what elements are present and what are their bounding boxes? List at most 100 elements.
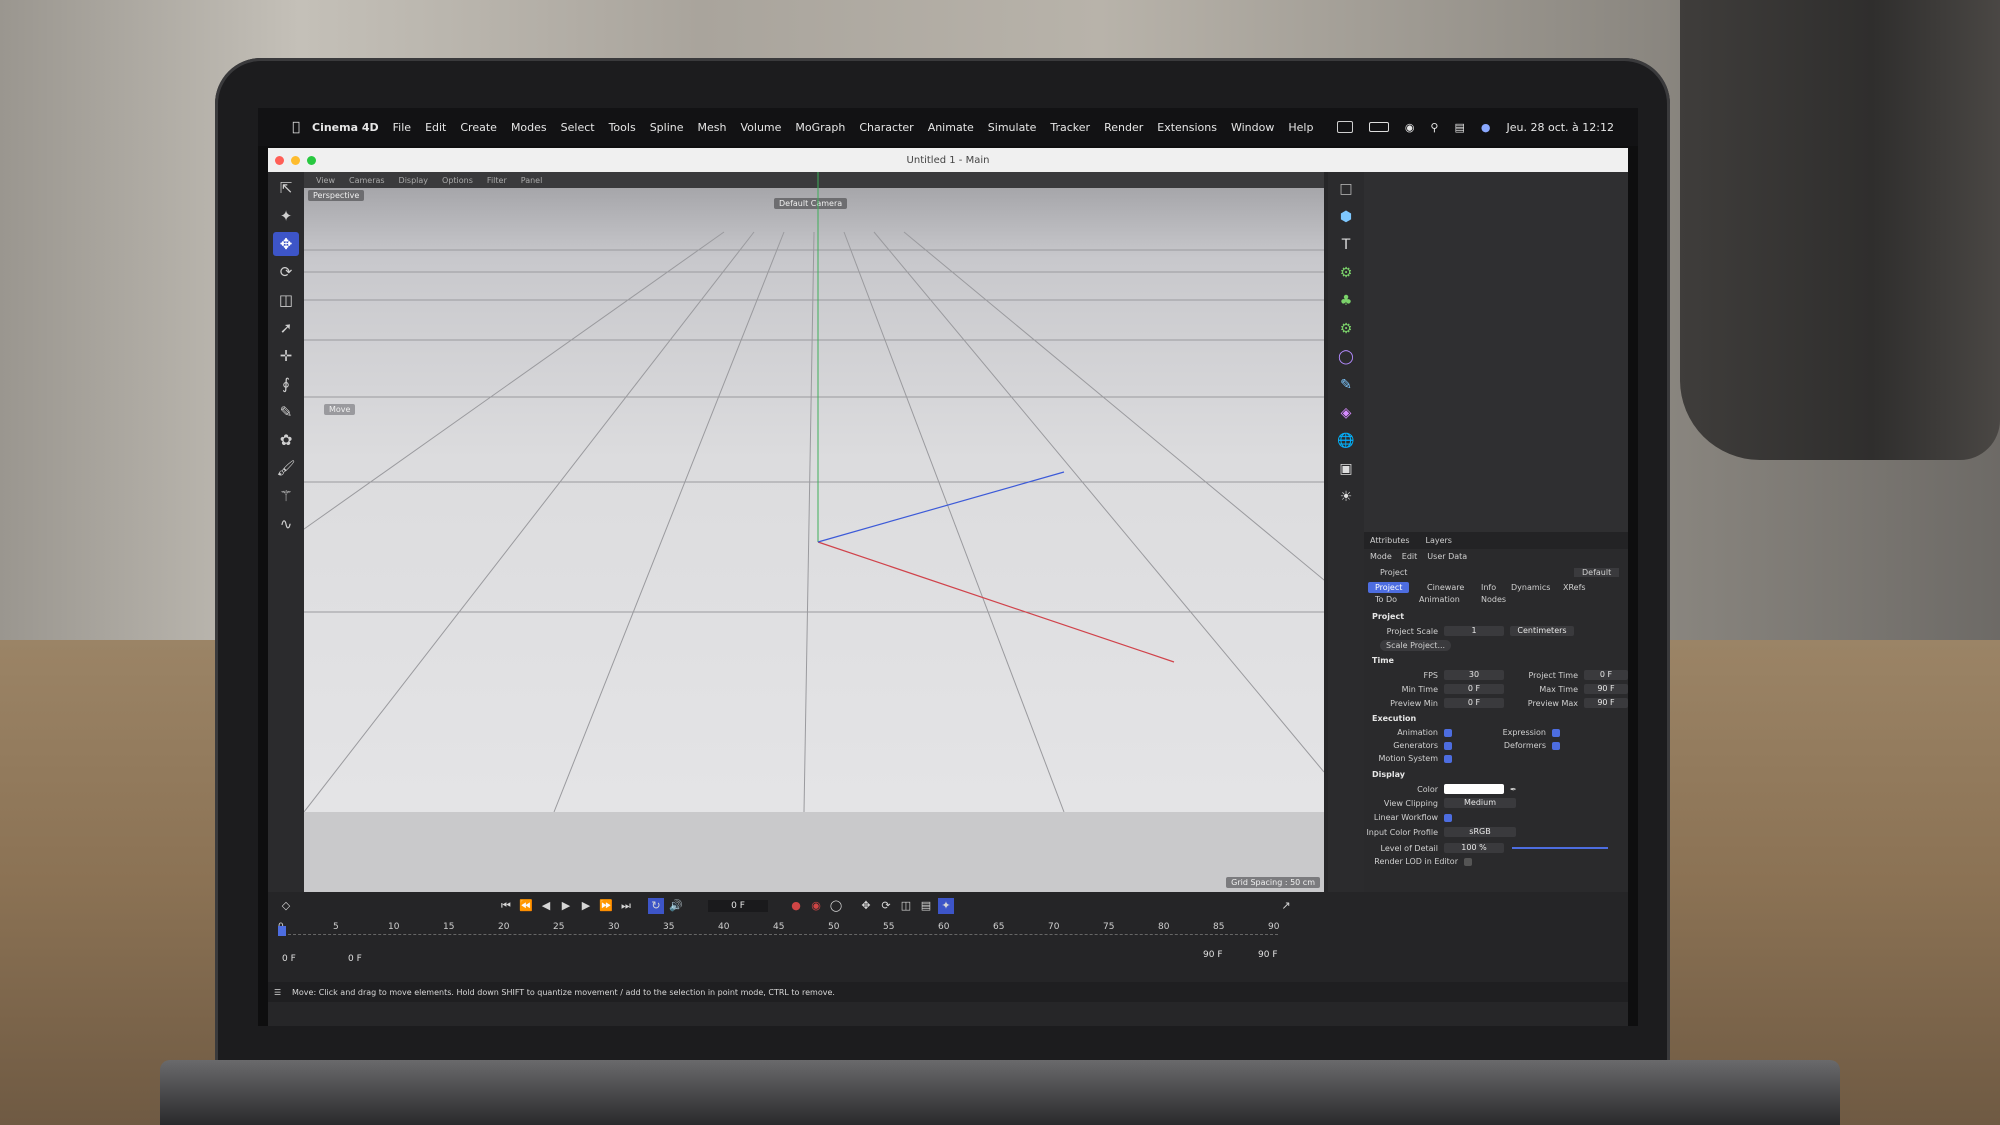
- menu-mesh[interactable]: Mesh: [698, 121, 727, 134]
- knife-tool-icon[interactable]: ⚚: [273, 484, 299, 508]
- menu-tracker[interactable]: Tracker: [1050, 121, 1090, 134]
- animation-checkbox[interactable]: [1444, 728, 1452, 737]
- max-time-field[interactable]: 90 F: [1584, 684, 1628, 694]
- key-mode-icon[interactable]: ◯: [828, 898, 844, 914]
- menu-mograph[interactable]: MoGraph: [795, 121, 845, 134]
- prev-key-icon[interactable]: ⏪: [518, 898, 534, 914]
- preset-dropdown[interactable]: Default: [1574, 568, 1620, 577]
- field-icon[interactable]: ◯: [1335, 346, 1357, 368]
- apple-icon[interactable]: : [280, 120, 312, 135]
- siri-icon[interactable]: ●: [1481, 121, 1491, 134]
- brush-tool-icon[interactable]: 🖌: [273, 456, 299, 480]
- subtab-animation[interactable]: Animation: [1412, 594, 1467, 605]
- menu-file[interactable]: File: [393, 121, 411, 134]
- deformers-checkbox[interactable]: [1552, 741, 1560, 750]
- section-time[interactable]: Time: [1372, 656, 1394, 665]
- subtab-cineware[interactable]: Cineware: [1420, 582, 1471, 593]
- project-scale-field[interactable]: 1: [1444, 626, 1504, 636]
- menu-modes[interactable]: Modes: [511, 121, 547, 134]
- subtab-xrefs[interactable]: XRefs: [1556, 582, 1593, 593]
- menu-character[interactable]: Character: [859, 121, 913, 134]
- menu-edit[interactable]: Edit: [425, 121, 446, 134]
- menu-volume[interactable]: Volume: [740, 121, 781, 134]
- project-scale-unit-dropdown[interactable]: Centimeters: [1510, 626, 1574, 636]
- go-to-end-icon[interactable]: ⏭: [618, 898, 634, 914]
- tab-attributes[interactable]: Attributes: [1370, 536, 1410, 545]
- menu-window[interactable]: Window: [1231, 121, 1274, 134]
- 3d-viewport[interactable]: View Cameras Display Options Filter Pane…: [304, 172, 1324, 892]
- text-icon[interactable]: T: [1335, 234, 1357, 256]
- preview-max-field[interactable]: 90 F: [1584, 698, 1628, 708]
- menubar-clock[interactable]: Jeu. 28 oct. à 12:12: [1507, 121, 1615, 134]
- screen-mirror-icon[interactable]: [1336, 121, 1353, 133]
- end-frame-field-2[interactable]: 90 F: [1258, 950, 1298, 960]
- autokey-icon[interactable]: ◉: [808, 898, 824, 914]
- object-manager[interactable]: [1364, 172, 1628, 532]
- environment-icon[interactable]: 🌐: [1335, 430, 1357, 452]
- generator-icon[interactable]: ⚙: [1335, 262, 1357, 284]
- preview-min-field[interactable]: 0 F: [1444, 698, 1504, 708]
- sculpt-tool-icon[interactable]: ∿: [273, 512, 299, 536]
- section-display[interactable]: Display: [1372, 770, 1405, 779]
- menu-simulate[interactable]: Simulate: [988, 121, 1037, 134]
- expression-checkbox[interactable]: [1552, 728, 1560, 737]
- fps-field[interactable]: 30: [1444, 670, 1504, 680]
- level-of-detail-slider[interactable]: [1512, 847, 1608, 849]
- scale-project-button[interactable]: Scale Project...: [1380, 640, 1452, 651]
- battery-icon[interactable]: [1368, 122, 1389, 132]
- go-to-start-icon[interactable]: ⏮: [498, 898, 514, 914]
- tab-layers[interactable]: Layers: [1426, 536, 1452, 545]
- pen-tool-icon[interactable]: ✎: [273, 400, 299, 424]
- view-clipping-dropdown[interactable]: Medium: [1444, 798, 1516, 808]
- subtab-nodes[interactable]: Nodes: [1474, 594, 1513, 605]
- key-position-icon[interactable]: ✥: [858, 898, 874, 914]
- start-frame-field-2[interactable]: 0 F: [348, 954, 388, 964]
- subtab-project[interactable]: Project: [1368, 582, 1410, 593]
- menu-extensions[interactable]: Extensions: [1157, 121, 1217, 134]
- key-param-icon[interactable]: ▤: [918, 898, 934, 914]
- linear-workflow-checkbox[interactable]: [1444, 813, 1452, 822]
- axis-tool-icon[interactable]: ✛: [273, 344, 299, 368]
- scale-tool-icon[interactable]: ◫: [273, 288, 299, 312]
- playhead[interactable]: [278, 926, 286, 936]
- subtab-todo[interactable]: To Do: [1368, 594, 1404, 605]
- control-center-icon[interactable]: ▤: [1454, 121, 1464, 134]
- menu-attr-edit[interactable]: Edit: [1402, 552, 1418, 561]
- end-frame-field[interactable]: 90 F: [1203, 950, 1243, 960]
- live-selection-icon[interactable]: ✦: [273, 204, 299, 228]
- select-tool-icon[interactable]: ⇱: [273, 176, 299, 200]
- loop-icon[interactable]: ↻: [648, 898, 664, 914]
- wifi-icon[interactable]: ◉: [1405, 121, 1415, 134]
- magnet-tool-icon[interactable]: ∮: [273, 372, 299, 396]
- min-time-field[interactable]: 0 F: [1444, 684, 1504, 694]
- current-frame-field[interactable]: 0 F: [708, 900, 768, 912]
- menu-icon[interactable]: ☰: [274, 988, 281, 997]
- paint-tool-icon[interactable]: ✿: [273, 428, 299, 452]
- spline-icon[interactable]: ✎: [1335, 374, 1357, 396]
- input-color-profile-dropdown[interactable]: sRGB: [1444, 827, 1516, 837]
- start-frame-field[interactable]: 0 F: [282, 954, 322, 964]
- eyedropper-icon[interactable]: ✒: [1510, 785, 1517, 794]
- mograph-icon[interactable]: ♣: [1335, 290, 1357, 312]
- menu-tools[interactable]: Tools: [609, 121, 636, 134]
- keyframe-icon[interactable]: ◇: [278, 898, 294, 914]
- render-lod-checkbox[interactable]: [1464, 857, 1472, 866]
- menu-render[interactable]: Render: [1104, 121, 1143, 134]
- search-icon[interactable]: ⚲: [1430, 121, 1438, 134]
- key-rotation-icon[interactable]: ⟳: [878, 898, 894, 914]
- transform-tool-icon[interactable]: ➚: [273, 316, 299, 340]
- project-time-field[interactable]: 0 F: [1584, 670, 1628, 680]
- menu-help[interactable]: Help: [1288, 121, 1313, 134]
- timeline-ruler[interactable]: 0 5 10 15 20 25 30 35 40 45 50 55 60 65 …: [278, 922, 1298, 948]
- menu-user-data[interactable]: User Data: [1427, 552, 1467, 561]
- deformer-icon[interactable]: ⚙: [1335, 318, 1357, 340]
- next-key-icon[interactable]: ⏩: [598, 898, 614, 914]
- menu-select[interactable]: Select: [561, 121, 595, 134]
- menu-spline[interactable]: Spline: [650, 121, 684, 134]
- rotate-tool-icon[interactable]: ⟳: [273, 260, 299, 284]
- prev-frame-icon[interactable]: ◀: [538, 898, 554, 914]
- key-scale-icon[interactable]: ◫: [898, 898, 914, 914]
- color-swatch[interactable]: [1444, 784, 1504, 794]
- light-icon[interactable]: ☀: [1335, 486, 1357, 508]
- menu-mode[interactable]: Mode: [1370, 552, 1392, 561]
